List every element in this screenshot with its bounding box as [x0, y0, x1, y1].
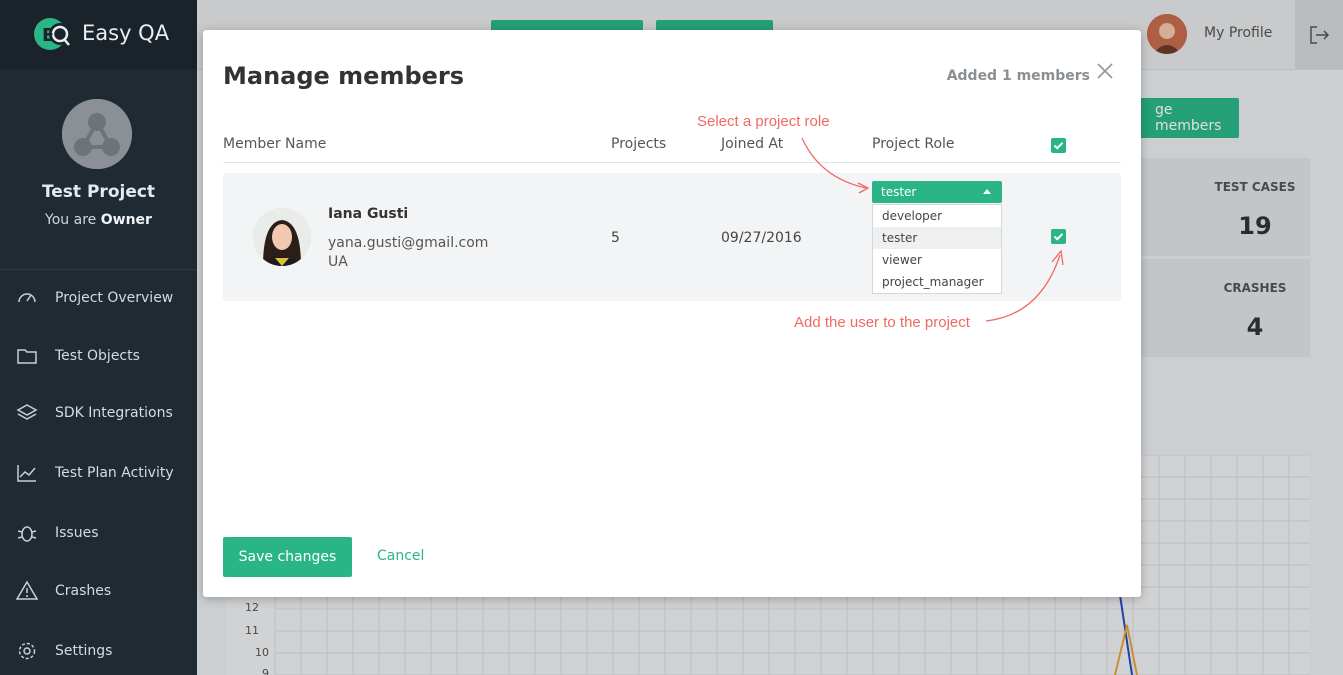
column-projects: Projects: [611, 136, 667, 152]
folder-icon: [16, 345, 38, 367]
annotation-add-user: Add the user to the project: [794, 314, 970, 331]
role-dropdown[interactable]: tester: [872, 181, 1002, 203]
project-summary: Test Project You are Owner: [0, 69, 197, 270]
member-email: yana.gusti@gmail.com: [328, 235, 489, 251]
role-selected-value: tester: [881, 185, 917, 199]
sidebar-item-label: SDK Integrations: [55, 405, 173, 421]
sidebar-item-crashes[interactable]: Crashes: [0, 571, 197, 611]
project-title: Test Project: [41, 182, 156, 202]
member-projects-count: 5: [611, 230, 620, 246]
sidebar-item-label: Test Objects: [55, 348, 140, 364]
bug-icon: [16, 522, 38, 544]
added-count: Added 1 members: [946, 68, 1090, 84]
sidebar-item-label: Crashes: [55, 583, 112, 599]
layers-icon: [16, 402, 38, 424]
sidebar-item-sdk-integrations[interactable]: SDK Integrations: [0, 393, 197, 433]
sidebar-item-test-plan-activity[interactable]: Test Plan Activity: [0, 453, 197, 493]
table-row: Iana Gusti yana.gusti@gmail.com UA 5 09/…: [223, 173, 1121, 301]
header-divider: [223, 162, 1121, 163]
sidebar-item-project-overview[interactable]: Project Overview: [0, 278, 197, 318]
role-option-tester[interactable]: tester: [873, 227, 1001, 249]
sidebar-item-label: Issues: [55, 525, 99, 541]
sidebar-item-settings[interactable]: Settings: [0, 631, 197, 671]
close-icon[interactable]: [1097, 63, 1113, 79]
project-avatar: [62, 99, 132, 169]
sidebar-item-label: Test Plan Activity: [55, 465, 174, 481]
sidebar-item-issues[interactable]: Issues: [0, 513, 197, 553]
include-member-checkbox[interactable]: [1051, 229, 1066, 244]
role-option-project-manager[interactable]: project_manager: [873, 271, 1001, 293]
dashboard-icon: [16, 287, 38, 309]
role-option-developer[interactable]: developer: [873, 205, 1001, 227]
role-option-viewer[interactable]: viewer: [873, 249, 1001, 271]
project-role-line: You are Owner: [0, 212, 197, 228]
role-value: Owner: [100, 212, 152, 228]
avatar: [253, 208, 311, 266]
brand-name: Easy QA: [82, 21, 170, 45]
cancel-link[interactable]: Cancel: [377, 548, 424, 564]
activity-chart-icon: [16, 462, 38, 484]
sidebar-item-test-objects[interactable]: Test Objects: [0, 336, 197, 376]
sidebar-item-label: Settings: [55, 643, 113, 659]
easyqa-logo-icon: E: [34, 18, 71, 50]
warning-icon: [16, 580, 38, 602]
brand-header: E Easy QA: [0, 0, 197, 69]
sidebar-item-label: Project Overview: [55, 290, 174, 306]
dialog-title: Manage members: [223, 62, 465, 90]
svg-text:E: E: [42, 25, 54, 46]
column-project-role: Project Role: [872, 136, 955, 152]
member-country: UA: [328, 254, 348, 270]
column-joined-at: Joined At: [721, 136, 784, 152]
annotation-select-role: Select a project role: [697, 113, 830, 130]
manage-members-dialog: Manage members Added 1 members Member Na…: [203, 30, 1141, 597]
checkmark-icon: [1053, 233, 1064, 241]
save-changes-button[interactable]: Save changes: [223, 537, 352, 577]
role-prefix: You are: [45, 212, 97, 228]
project-logo-icon: [62, 99, 132, 169]
member-joined-date: 09/27/2016: [721, 230, 802, 246]
column-member-name: Member Name: [223, 136, 327, 152]
sidebar: E Easy QA Test Project You are Owner Pro…: [0, 0, 197, 675]
member-name: Iana Gusti: [328, 206, 409, 222]
gear-icon: [16, 640, 38, 662]
caret-up-icon: [983, 189, 991, 194]
checkmark-icon: [1053, 142, 1064, 150]
role-options-list: developer tester viewer project_manager: [872, 204, 1002, 294]
select-all-checkbox[interactable]: [1051, 138, 1066, 153]
